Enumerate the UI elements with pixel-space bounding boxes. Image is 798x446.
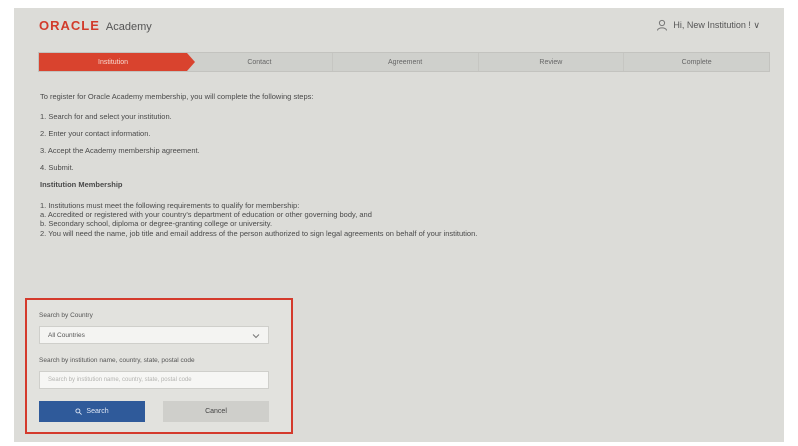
requirement-2: 2. You will need the name, job title and… — [40, 229, 478, 238]
search-button-label: Search — [86, 408, 109, 415]
keyword-label: Search by institution name, country, sta… — [39, 357, 195, 364]
oracle-academy-logo[interactable]: ORACLE Academy — [39, 18, 152, 33]
institution-search-panel: Search by Country All Countries Search b… — [25, 298, 293, 434]
list-item: 1. Search for and select your institutio… — [40, 112, 172, 121]
section-heading: Institution Membership — [40, 180, 123, 189]
requirement-1b: b. Secondary school, diploma or degree-g… — [40, 219, 273, 228]
cancel-button-label: Cancel — [205, 408, 227, 415]
site-header: ORACLE Academy Hi, New Institution ! ∨ — [14, 8, 784, 42]
instructions: To register for Oracle Academy membershi… — [40, 92, 740, 239]
step-review: Review — [479, 53, 625, 71]
steps-list: 1. Search for and select your institutio… — [40, 112, 740, 172]
registration-stepper: Institution Contact Agreement Review Com… — [38, 52, 770, 72]
search-icon — [75, 408, 83, 415]
institution-search-input[interactable]: Search by institution name, country, sta… — [39, 371, 269, 389]
country-label: Search by Country — [39, 312, 93, 319]
logo-brand: ORACLE — [39, 18, 100, 33]
step-institution: Institution — [39, 53, 195, 71]
list-item: 3. Accept the Academy membership agreeme… — [40, 146, 200, 155]
logo-product: Academy — [105, 21, 152, 33]
list-item: 2. Enter your contact information. — [40, 129, 151, 138]
requirement-1: 1. Institutions must meet the following … — [40, 201, 300, 210]
registration-page: ORACLE Academy Hi, New Institution ! ∨ I… — [14, 8, 784, 442]
chevron-down-icon — [252, 334, 260, 339]
step-complete: Complete — [681, 58, 712, 66]
intro-text: To register for Oracle Academy membershi… — [40, 92, 314, 101]
user-menu-label: Hi, New Institution ! ∨ — [673, 19, 760, 30]
user-menu[interactable]: Hi, New Institution ! ∨ — [656, 19, 760, 31]
country-select[interactable]: All Countries — [39, 326, 269, 344]
cancel-button[interactable]: Cancel — [163, 401, 269, 422]
step-agreement: Agreement — [333, 53, 479, 71]
list-item: 4. Submit. — [40, 163, 74, 172]
institution-search-placeholder: Search by institution name, country, sta… — [48, 377, 192, 383]
step-contact: Contact — [187, 53, 333, 71]
user-icon — [657, 19, 668, 31]
search-button[interactable]: Search — [39, 401, 145, 422]
country-select-value: All Countries — [48, 331, 85, 339]
requirement-1a: a. Accredited or registered with your co… — [40, 210, 372, 219]
